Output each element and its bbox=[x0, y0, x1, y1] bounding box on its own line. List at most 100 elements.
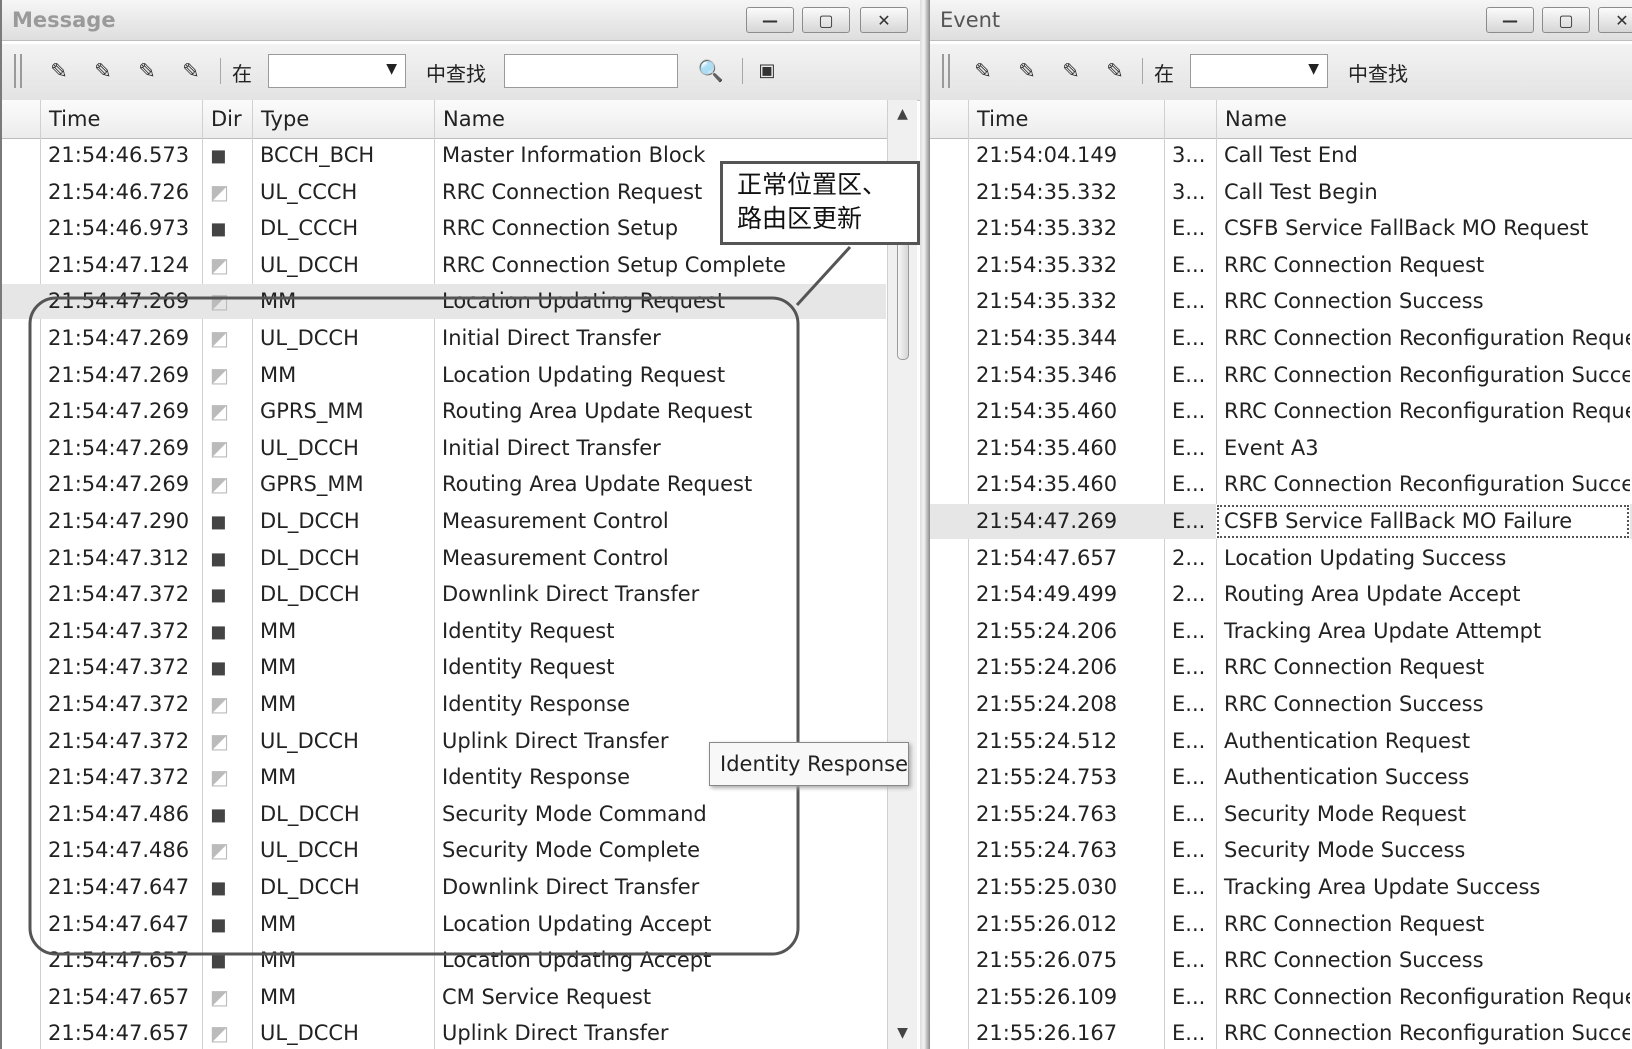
find-label: 中查找 bbox=[1348, 62, 1408, 86]
toolbar-grip[interactable] bbox=[942, 54, 950, 88]
table-row[interactable]: 21:55:24.753 E... Authentication Success bbox=[930, 760, 1632, 795]
event-name-cell: Tracking Area Update Attempt bbox=[1224, 618, 1542, 643]
event-name-cell: RRC Connection Request bbox=[1224, 911, 1485, 936]
filter-tool-icon[interactable]: ✎ bbox=[964, 54, 1002, 88]
column-header-name[interactable]: Name bbox=[1216, 100, 1632, 138]
event-panel-title: Event bbox=[940, 8, 1001, 32]
table-row[interactable]: 21:55:24.512 E... Authentication Request bbox=[930, 724, 1632, 759]
event-code-cell: E... bbox=[1172, 618, 1206, 643]
filter-add-icon[interactable]: ✎ bbox=[1008, 54, 1046, 88]
event-time-cell: 21:55:26.012 bbox=[976, 911, 1118, 936]
event-name-cell: Call Test End bbox=[1224, 143, 1358, 167]
event-code-cell: E... bbox=[1172, 838, 1206, 863]
event-time-cell: 21:54:35.460 bbox=[976, 472, 1118, 497]
table-row[interactable]: 21:54:35.332 3... Call Test Begin bbox=[930, 175, 1632, 210]
annotation-line-1: 正常位置区、 bbox=[737, 170, 888, 199]
annotation-bracket bbox=[28, 245, 852, 956]
table-row[interactable]: 21:55:24.763 E... Security Mode Request bbox=[930, 797, 1632, 832]
table-row[interactable]: 21:54:35.460 E... RRC Connection Reconfigu… bbox=[930, 394, 1632, 429]
event-name-cell: Event A3 bbox=[1224, 435, 1319, 460]
event-code-cell: 2... bbox=[1172, 545, 1206, 570]
table-row[interactable]: 21:55:25.030 E... Tracking Area Update Suc… bbox=[930, 870, 1632, 905]
event-name-cell: RRC Connection Reconfiguration Success bbox=[1224, 472, 1630, 497]
event-code-cell: E... bbox=[1172, 875, 1206, 899]
event-time-cell: 21:55:24.208 bbox=[976, 692, 1118, 716]
event-name-cell: Call Test Begin bbox=[1224, 179, 1378, 204]
event-time-cell: 21:55:24.512 bbox=[976, 728, 1118, 753]
column-header-time[interactable]: Time bbox=[968, 100, 1164, 138]
event-time-cell: 21:54:35.346 bbox=[976, 362, 1118, 387]
filter-edit-icon[interactable]: ✎ bbox=[1052, 54, 1090, 88]
annotation-line-2: 路由区更新 bbox=[737, 204, 863, 233]
event-code-cell: E... bbox=[1172, 435, 1206, 460]
event-time-cell: 21:55:24.753 bbox=[976, 765, 1118, 790]
table-row[interactable]: 21:55:26.109 E... RRC Connection Reconfigu… bbox=[930, 980, 1632, 1015]
table-row[interactable]: 21:55:26.075 E... RRC Connection Success bbox=[930, 943, 1632, 978]
event-name-cell: RRC Connection Reconfiguration Request bbox=[1224, 326, 1630, 350]
table-row[interactable]: 21:54:35.460 E... Event A3 bbox=[930, 431, 1632, 466]
table-row[interactable]: 21:54:04.149 3... Call Test End bbox=[930, 138, 1632, 173]
toolbar-separator bbox=[1142, 58, 1143, 84]
table-row[interactable]: 21:54:47.657 2... Location Updating Succes… bbox=[930, 541, 1632, 576]
event-name-cell: RRC Connection Success bbox=[1224, 948, 1484, 973]
table-row[interactable]: 21:55:24.208 E... RRC Connection Success bbox=[930, 687, 1632, 722]
table-row[interactable]: 21:54:35.344 E... RRC Connection Reconfigu… bbox=[930, 321, 1632, 356]
close-button[interactable]: ✕ bbox=[1598, 7, 1632, 33]
maximize-button[interactable]: ▢ bbox=[1542, 7, 1590, 33]
filter-remove-icon[interactable]: ✎ bbox=[1096, 54, 1134, 88]
table-row[interactable]: 21:54:35.332 E... RRC Connection Success bbox=[930, 284, 1632, 319]
pane-splitter[interactable] bbox=[920, 0, 930, 1049]
event-code-cell: E... bbox=[1172, 326, 1206, 350]
table-row[interactable]: 21:55:26.167 E... RRC Connection Reconfigu… bbox=[930, 1016, 1632, 1049]
event-time-cell: 21:55:26.075 bbox=[976, 948, 1118, 973]
message-panel: Message — ▢ ✕ ✎ ✎ ✎ ✎ 在 ▼ 中查找 🔍 ▣ Time D… bbox=[0, 0, 920, 1049]
table-row[interactable]: 21:54:35.460 E... RRC Connection Reconfigu… bbox=[930, 467, 1632, 502]
column-header-code[interactable] bbox=[1164, 100, 1216, 138]
table-row[interactable]: 21:54:35.346 E... RRC Connection Reconfigu… bbox=[930, 358, 1632, 393]
table-row[interactable]: 21:55:26.012 E... RRC Connection Request bbox=[930, 907, 1632, 942]
event-name-cell: Tracking Area Update Success bbox=[1224, 875, 1541, 899]
event-grid-header: Time Name bbox=[930, 100, 1632, 139]
event-titlebar: Event — ▢ ✕ bbox=[930, 0, 1632, 41]
table-row[interactable]: 21:55:24.206 E... Tracking Area Update Att… bbox=[930, 614, 1632, 649]
table-row[interactable]: 21:54:35.332 E... RRC Connection Request bbox=[930, 248, 1632, 283]
event-time-cell: 21:54:35.332 bbox=[976, 289, 1118, 314]
table-row[interactable]: 21:54:47.269 E... CSFB Service FallBack MO… bbox=[930, 504, 1632, 539]
event-name-cell: Security Mode Request bbox=[1224, 801, 1467, 826]
event-code-cell: E... bbox=[1172, 948, 1206, 973]
table-row[interactable]: 21:55:24.206 E... RRC Connection Request bbox=[930, 650, 1632, 685]
event-time-cell: 21:54:35.460 bbox=[976, 399, 1118, 424]
event-name-cell: Authentication Request bbox=[1224, 728, 1471, 753]
event-time-cell: 21:54:35.332 bbox=[976, 179, 1118, 204]
event-time-cell: 21:55:24.206 bbox=[976, 655, 1118, 680]
event-time-cell: 21:54:04.149 bbox=[976, 143, 1118, 167]
event-code-cell: E... bbox=[1172, 692, 1206, 716]
event-code-cell: E... bbox=[1172, 472, 1206, 497]
tooltip: Identity Response bbox=[709, 742, 909, 786]
event-time-cell: 21:54:35.332 bbox=[976, 252, 1118, 277]
event-time-cell: 21:54:49.499 bbox=[976, 582, 1118, 607]
event-name-cell: Authentication Success bbox=[1224, 765, 1470, 790]
event-name-cell: RRC Connection Success bbox=[1224, 289, 1484, 314]
event-code-cell: E... bbox=[1172, 216, 1206, 241]
event-name-cell: RRC Connection Success bbox=[1224, 692, 1484, 716]
table-row[interactable]: 21:54:35.332 E... CSFB Service FallBack MO… bbox=[930, 211, 1632, 246]
event-code-cell: 2... bbox=[1172, 582, 1206, 607]
event-time-cell: 21:55:24.206 bbox=[976, 618, 1118, 643]
search-scope-select[interactable]: ▼ bbox=[1190, 54, 1328, 88]
table-row[interactable]: 21:55:24.763 E... Security Mode Success bbox=[930, 833, 1632, 868]
event-name-cell: Routing Area Update Accept bbox=[1224, 582, 1521, 607]
event-time-cell: 21:55:24.763 bbox=[976, 838, 1118, 863]
event-code-cell: E... bbox=[1172, 252, 1206, 277]
event-time-cell: 21:54:47.269 bbox=[976, 509, 1118, 533]
event-code-cell: E... bbox=[1172, 765, 1206, 790]
event-code-cell: 3... bbox=[1172, 179, 1206, 204]
minimize-button[interactable]: — bbox=[1486, 7, 1534, 33]
event-time-cell: 21:55:26.109 bbox=[976, 984, 1118, 1009]
annotation-callout: 正常位置区、 路由区更新 bbox=[720, 161, 920, 245]
event-time-cell: 21:55:24.763 bbox=[976, 801, 1118, 826]
event-name-cell: Location Updating Success bbox=[1224, 545, 1507, 570]
event-name-cell: RRC Connection Reconfiguration Request bbox=[1224, 399, 1630, 424]
event-time-cell: 21:54:35.332 bbox=[976, 216, 1118, 241]
table-row[interactable]: 21:54:49.499 2... Routing Area Update Acce… bbox=[930, 577, 1632, 612]
